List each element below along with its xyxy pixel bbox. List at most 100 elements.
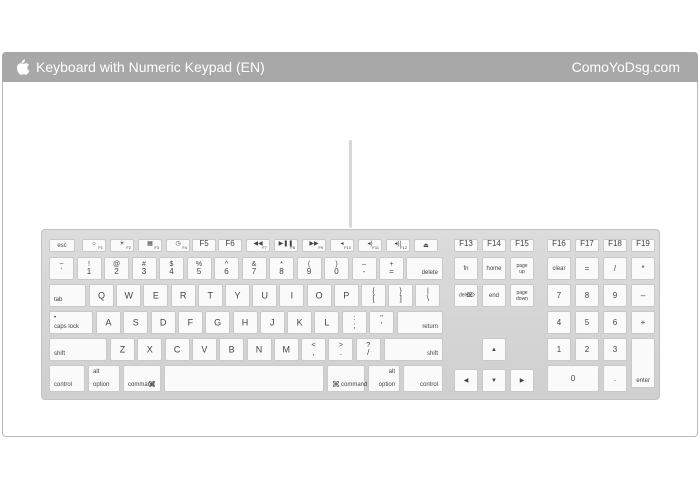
- key-y[interactable]: Y: [225, 284, 250, 307]
- key-u[interactable]: U: [252, 284, 278, 307]
- key-npeq[interactable]: =: [575, 257, 599, 280]
- key-comma[interactable]: <,: [301, 338, 327, 361]
- key-lbrace[interactable]: {[: [361, 284, 386, 307]
- key-p[interactable]: P: [333, 284, 359, 307]
- key-n[interactable]: N: [246, 338, 272, 361]
- key-f7[interactable]: ◀◀ F7: [246, 239, 270, 252]
- key-f3[interactable]: ▦ F3: [138, 239, 162, 252]
- key-down[interactable]: ▼: [482, 369, 506, 392]
- key-j[interactable]: J: [259, 311, 285, 334]
- key-np6[interactable]: 6: [603, 311, 627, 334]
- key-clear[interactable]: clear: [547, 257, 571, 280]
- key-npminus[interactable]: –: [631, 284, 655, 307]
- key-m[interactable]: M: [273, 338, 299, 361]
- key-rcontrol[interactable]: control: [403, 365, 443, 392]
- key-g[interactable]: G: [205, 311, 231, 334]
- key-np7[interactable]: 7: [547, 284, 571, 307]
- key-equal[interactable]: + =: [379, 257, 404, 280]
- key-np0[interactable]: 0: [547, 365, 599, 392]
- key-cc[interactable]: C: [164, 338, 190, 361]
- key-f18[interactable]: F18: [603, 239, 627, 252]
- key-period[interactable]: >.: [328, 338, 354, 361]
- key-k4[interactable]: $4: [159, 257, 184, 280]
- key-esc[interactable]: esc: [49, 239, 75, 252]
- key-lcommand[interactable]: command ⌘: [123, 365, 161, 392]
- key-np2[interactable]: 2: [575, 338, 599, 361]
- key-k2[interactable]: @2: [104, 257, 129, 280]
- key-slash[interactable]: ? /: [355, 338, 381, 361]
- key-z[interactable]: Z: [110, 338, 135, 361]
- key-a[interactable]: A: [96, 311, 121, 334]
- key-r[interactable]: R: [170, 284, 196, 307]
- key-home[interactable]: home: [482, 257, 506, 280]
- key-lshift[interactable]: shift: [49, 338, 107, 361]
- key-loption[interactable]: alt option: [88, 365, 120, 392]
- key-npdiv[interactable]: /: [603, 257, 627, 280]
- key-lcontrol[interactable]: control: [49, 365, 85, 392]
- key-right[interactable]: ▶: [510, 369, 534, 392]
- key-f4[interactable]: ◷ F4: [166, 239, 190, 252]
- key-f15[interactable]: F15: [510, 239, 534, 252]
- key-grave[interactable]: ~ `: [49, 257, 74, 280]
- key-l[interactable]: L: [314, 311, 340, 334]
- key-minus[interactable]: – -: [351, 257, 377, 280]
- key-enter[interactable]: enter: [631, 338, 655, 388]
- key-i[interactable]: I: [279, 284, 305, 307]
- key-s[interactable]: S: [123, 311, 149, 334]
- key-v[interactable]: V: [191, 338, 217, 361]
- key-f8[interactable]: ▶❚❚ F8: [274, 239, 298, 252]
- key-f1[interactable]: ☼ F1: [82, 239, 106, 252]
- key-quote[interactable]: " ': [369, 311, 394, 334]
- key-f19[interactable]: F19: [631, 239, 655, 252]
- key-f14[interactable]: F14: [482, 239, 506, 252]
- key-rshift[interactable]: shift: [384, 338, 443, 361]
- key-return[interactable]: return: [397, 311, 443, 334]
- key-k0[interactable]: ) 0: [324, 257, 349, 280]
- key-k3[interactable]: #3: [131, 257, 157, 280]
- key-e[interactable]: E: [143, 284, 169, 307]
- key-end[interactable]: end: [482, 284, 506, 307]
- key-f10[interactable]: ◂ F10: [330, 239, 354, 252]
- key-capslock[interactable]: • caps lock: [49, 311, 93, 334]
- key-f2[interactable]: ☀ F2: [110, 239, 134, 252]
- key-space[interactable]: [164, 365, 324, 392]
- key-k9[interactable]: (9: [296, 257, 322, 280]
- key-f17[interactable]: F17: [575, 239, 599, 252]
- key-f[interactable]: F: [177, 311, 203, 334]
- key-k5[interactable]: % 5: [186, 257, 212, 280]
- key-h[interactable]: H: [232, 311, 258, 334]
- key-npdot[interactable]: .: [603, 365, 627, 392]
- key-q[interactable]: Q: [89, 284, 114, 307]
- key-delfwd[interactable]: delete ⌦: [454, 284, 478, 307]
- key-np9[interactable]: 9: [603, 284, 627, 307]
- key-np5[interactable]: 5: [575, 311, 599, 334]
- key-up[interactable]: ▲: [482, 338, 506, 361]
- key-o[interactable]: O: [306, 284, 332, 307]
- key-np1[interactable]: 1: [547, 338, 571, 361]
- key-pagedown[interactable]: page down: [510, 284, 534, 307]
- key-w[interactable]: W: [116, 284, 142, 307]
- key-np8[interactable]: 8: [575, 284, 599, 307]
- key-semicolon[interactable]: :;: [341, 311, 367, 334]
- key-f16[interactable]: F16: [547, 239, 571, 252]
- key-k1[interactable]: ! 1: [76, 257, 102, 280]
- key-f5[interactable]: F5: [192, 239, 216, 252]
- key-roption[interactable]: alt option: [368, 365, 400, 392]
- key-fnkey[interactable]: fn: [454, 257, 478, 280]
- key-npmul[interactable]: *: [631, 257, 655, 280]
- key-np4[interactable]: 4: [547, 311, 571, 334]
- key-d[interactable]: D: [150, 311, 176, 334]
- key-f6[interactable]: F6: [218, 239, 242, 252]
- key-pageup[interactable]: page up: [510, 257, 534, 280]
- key-rbrace[interactable]: }]: [388, 284, 414, 307]
- key-f13[interactable]: F13: [454, 239, 478, 252]
- key-bb[interactable]: B: [219, 338, 245, 361]
- key-eject[interactable]: ⏏: [414, 239, 438, 252]
- key-tab[interactable]: tab: [49, 284, 86, 307]
- key-f11[interactable]: ◂) F11: [358, 239, 382, 252]
- key-k6[interactable]: ^ 6: [214, 257, 239, 280]
- key-x[interactable]: X: [137, 338, 163, 361]
- key-k[interactable]: K: [287, 311, 313, 334]
- key-f12[interactable]: ◂)) F12: [386, 239, 410, 252]
- key-k7[interactable]: & 7: [241, 257, 267, 280]
